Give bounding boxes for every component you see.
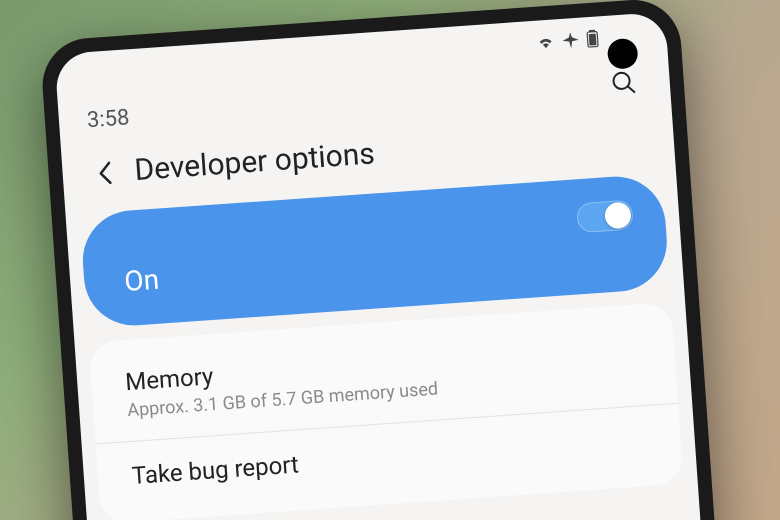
switch-thumb <box>604 202 632 230</box>
screen: 3:58 Developer options On Memory <box>54 12 725 520</box>
airplane-icon <box>562 32 579 49</box>
master-switch[interactable] <box>576 199 634 233</box>
toggle-state-label: On <box>123 263 160 298</box>
search-icon <box>610 69 638 97</box>
battery-icon <box>586 29 599 48</box>
back-button[interactable] <box>90 158 120 188</box>
phone-frame: 3:58 Developer options On Memory <box>39 0 740 520</box>
search-button[interactable] <box>604 64 642 102</box>
clock-time: 3:58 <box>86 105 130 133</box>
wifi-icon <box>536 34 555 49</box>
list-item-title: Take bug report <box>131 426 648 490</box>
settings-list: Memory Approx. 3.1 GB of 5.7 GB memory u… <box>89 302 684 520</box>
page-title: Developer options <box>133 136 376 188</box>
chevron-left-icon <box>95 158 115 187</box>
